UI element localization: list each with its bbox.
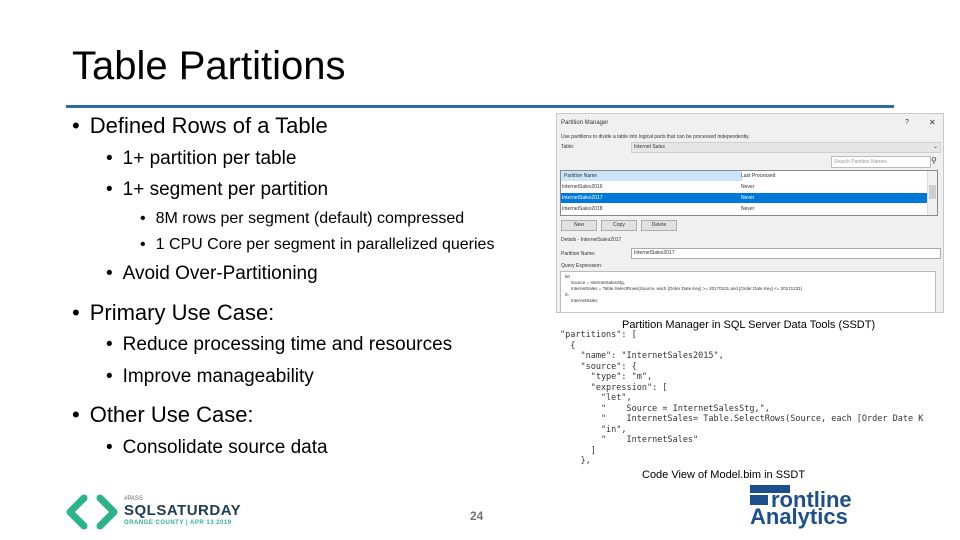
partition-name-label: Partition Name: bbox=[561, 251, 596, 257]
table-row[interactable]: InternetSales2018 Never bbox=[561, 204, 927, 214]
bullet-icon: • bbox=[106, 334, 113, 355]
bullet-icon: • bbox=[106, 148, 113, 169]
delete-button[interactable]: Delete bbox=[641, 220, 677, 231]
bullet-item: • Improve manageability bbox=[106, 366, 314, 388]
query-expression-editor[interactable]: let Source = InternetSalesStg, InternetS… bbox=[560, 271, 936, 312]
code-line: InternetSales bbox=[571, 298, 598, 303]
bullet-item: • Avoid Over-Partitioning bbox=[106, 263, 318, 285]
bullet-text: Reduce processing time and resources bbox=[122, 334, 453, 355]
bullet-text: Primary Use Case: bbox=[89, 300, 275, 325]
scrollbar-thumb[interactable] bbox=[929, 185, 936, 199]
bullet-item: • 1+ partition per table bbox=[106, 148, 296, 170]
chevron-down-icon: ⌄ bbox=[932, 144, 938, 150]
code-line: "type": "m", bbox=[560, 372, 653, 382]
code-line: "let", bbox=[560, 393, 632, 403]
bullet-icon: • bbox=[106, 437, 113, 458]
bullet-text: 1 CPU Core per segment in parallelized q… bbox=[155, 236, 495, 253]
sqlsaturday-name: SQLSATURDAY bbox=[124, 502, 242, 519]
bullet-icon: • bbox=[140, 210, 146, 227]
last-processed-cell: Never bbox=[741, 184, 755, 190]
bullet-icon: • bbox=[140, 236, 146, 253]
code-line: "name": "InternetSales2015", bbox=[560, 351, 724, 361]
code-line: "partitions": [ bbox=[560, 330, 637, 340]
partition-name-input[interactable]: InternetSales2017 bbox=[631, 248, 941, 259]
search-partition-input[interactable]: Search Partition Names bbox=[831, 156, 931, 168]
code-line: "source": { bbox=[560, 361, 637, 372]
code-line: }, bbox=[560, 456, 591, 466]
bullet-text: 1+ segment per partition bbox=[122, 179, 329, 200]
bullet-item: • 8M rows per segment (default) compresse… bbox=[140, 210, 464, 228]
close-icon[interactable]: ✕ bbox=[929, 118, 936, 127]
slide-title: Table Partitions bbox=[72, 44, 346, 88]
bullet-item: • Defined Rows of a Table bbox=[72, 113, 328, 139]
sqlsaturday-logo: #PASS SQLSATURDAY ORANGE COUNTY | APR 13… bbox=[66, 494, 241, 535]
details-label: Details - InternetSales2017 bbox=[561, 237, 622, 243]
code-line: " InternetSales" bbox=[560, 435, 699, 445]
sqlsaturday-chevrons-icon bbox=[66, 494, 118, 530]
dialog-title: Partition Manager bbox=[561, 120, 609, 126]
bullet-text: 8M rows per segment (default) compressed bbox=[155, 210, 465, 227]
search-icon[interactable]: ⚲ bbox=[931, 156, 937, 165]
partition-name-cell: InternetSales2017 bbox=[562, 195, 603, 201]
partition-grid: Partition Name Last Processed InternetSa… bbox=[560, 170, 938, 216]
table-row-selected[interactable]: InternetSales2017 Never bbox=[561, 193, 927, 203]
code-line: "in", bbox=[560, 424, 627, 435]
table-label: Table: bbox=[561, 144, 575, 150]
column-header-partition-name[interactable]: Partition Name bbox=[561, 171, 742, 181]
copy-button[interactable]: Copy bbox=[601, 220, 637, 231]
code-view-json: "partitions": [ { "name": "InternetSales… bbox=[560, 330, 923, 467]
table-select[interactable]: Internet Sales ⌄ bbox=[631, 142, 941, 153]
column-header-last-processed[interactable]: Last Processed bbox=[741, 171, 775, 181]
code-view-caption: Code View of Model.bim in SSDT bbox=[642, 469, 806, 481]
table-select-value: Internet Sales bbox=[634, 144, 665, 150]
last-processed-cell: Never bbox=[741, 206, 755, 212]
bullet-text: Improve manageability bbox=[122, 366, 314, 387]
bullet-icon: • bbox=[72, 402, 80, 427]
bullet-item: • 1+ segment per partition bbox=[106, 179, 328, 201]
bullet-item: • Reduce processing time and resources bbox=[106, 334, 452, 356]
bullet-item: • Consolidate source data bbox=[106, 437, 328, 459]
code-line: ] bbox=[560, 445, 596, 456]
bullet-item: • 1 CPU Core per segment in parallelized … bbox=[140, 236, 494, 254]
last-processed-cell: Never bbox=[741, 195, 755, 201]
bullet-item: • Other Use Case: bbox=[72, 402, 254, 428]
title-underline bbox=[66, 105, 894, 108]
bullet-text: Consolidate source data bbox=[122, 437, 328, 458]
bullet-text: 1+ partition per table bbox=[122, 148, 297, 169]
page-number: 24 bbox=[470, 509, 484, 523]
grid-header: Partition Name Last Processed bbox=[561, 171, 927, 181]
partition-manager-screenshot: Partition Manager ? ✕ Use partitions to … bbox=[556, 113, 944, 313]
table-row[interactable]: InternetSales2016 Never bbox=[561, 182, 927, 192]
event-label: ORANGE COUNTY | APR 13 2019 bbox=[124, 520, 232, 526]
bullet-text: Avoid Over-Partitioning bbox=[122, 263, 318, 284]
bullet-text: Other Use Case: bbox=[89, 402, 254, 427]
dialog-description: Use partitions to divide a table into lo… bbox=[561, 134, 750, 140]
bullet-icon: • bbox=[106, 366, 113, 387]
bullet-icon: • bbox=[106, 263, 113, 284]
bullet-text: Defined Rows of a Table bbox=[89, 113, 328, 138]
code-line: "expression": [ bbox=[560, 382, 668, 393]
code-line: " Source = InternetSalesStg,", bbox=[560, 403, 770, 414]
partition-name-cell: InternetSales2018 bbox=[562, 206, 603, 212]
help-icon[interactable]: ? bbox=[905, 119, 909, 126]
bullet-icon: • bbox=[72, 300, 80, 325]
code-line: " InternetSales= Table.SelectRows(Source… bbox=[560, 414, 924, 424]
grid-scrollbar[interactable] bbox=[927, 171, 937, 215]
new-button[interactable]: New bbox=[561, 220, 597, 231]
bullet-icon: • bbox=[106, 179, 113, 200]
partition-name-cell: InternetSales2016 bbox=[562, 184, 603, 190]
code-line: { bbox=[560, 340, 576, 351]
query-expression-label: Query Expression: bbox=[561, 263, 603, 269]
bullet-icon: • bbox=[72, 113, 80, 138]
logo-text-line2: Analytics bbox=[750, 504, 848, 529]
bullet-item: • Primary Use Case: bbox=[72, 300, 274, 326]
